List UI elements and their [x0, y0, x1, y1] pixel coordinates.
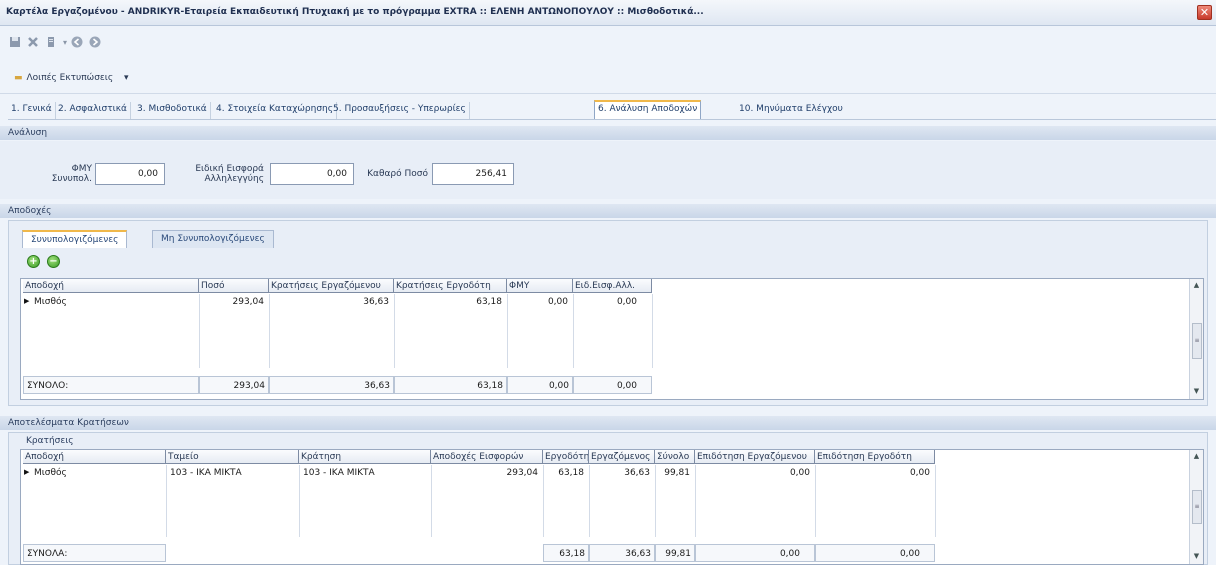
total-employee-deductions: 36,63	[269, 376, 394, 394]
col-fund[interactable]: Ταμείο	[166, 450, 299, 464]
cell-employee-subsidy[interactable]: 0,00	[695, 466, 813, 480]
col-employee-deductions[interactable]: Κρατήσεις Εργαζόμενου	[269, 279, 394, 293]
title-bar: Καρτέλα Εργαζομένου - ANDRIKYR-Εταιρεία …	[0, 0, 1216, 26]
total-solidarity: 0,00	[573, 376, 652, 394]
print-icon[interactable]	[44, 36, 58, 50]
totals-label: ΣΥΝΟΛΟ:	[23, 376, 199, 394]
col-amount[interactable]: Ποσό	[199, 279, 269, 293]
tab-payroll[interactable]: 3. Μισθοδοτικά	[134, 102, 211, 119]
cell-deduction[interactable]: 103 - ΙΚΑ ΜΙΚΤΑ	[300, 466, 428, 480]
total-employer-deductions: 63,18	[394, 376, 507, 394]
cell-total[interactable]: 99,81	[655, 466, 693, 480]
grid-line	[935, 465, 936, 537]
deductions-caption: Κρατήσεις	[26, 436, 74, 446]
forward-icon[interactable]	[88, 36, 102, 50]
cell-solidarity[interactable]: 0,00	[573, 295, 640, 309]
tab-bar: 1. Γενικά 2. Ασφαλιστικά 3. Μισθοδοτικά …	[8, 100, 1216, 120]
earnings-header: Αποδοχές	[0, 204, 1216, 218]
col-earning[interactable]: Αποδοχή	[23, 450, 166, 464]
total-amount: 293,04	[199, 376, 269, 394]
col-fmy[interactable]: ΦΜΥ	[507, 279, 573, 293]
total-fmy: 0,00	[507, 376, 573, 394]
solidarity-field[interactable]: 0,00	[270, 163, 354, 185]
cell-earning[interactable]: Μισθός	[31, 295, 191, 309]
tab-messages[interactable]: 10. Μηνύματα Ελέγχου	[736, 102, 846, 119]
col-employee-subsidy[interactable]: Επιδότηση Εργαζόμενου	[695, 450, 815, 464]
tab-registration[interactable]: 4. Στοιχεία Καταχώρησης	[213, 102, 338, 119]
tab-insurance[interactable]: 2. Ασφαλιστικά	[55, 102, 131, 119]
remove-earning-button[interactable]: −	[47, 255, 60, 268]
analysis-header: Ανάλυση	[0, 126, 1216, 140]
tab-general[interactable]: 1. Γενικά	[8, 102, 56, 119]
delete-icon[interactable]	[26, 36, 40, 50]
window-title: Καρτέλα Εργαζομένου - ANDRIKYR-Εταιρεία …	[6, 7, 704, 17]
close-button[interactable]: ✕	[1197, 5, 1212, 20]
col-solidarity[interactable]: Ειδ.Εισφ.Αλλ.	[573, 279, 652, 293]
col-employer-subsidy[interactable]: Επιδότηση Εργοδότη	[815, 450, 935, 464]
scroll-thumb[interactable]: ≡	[1192, 490, 1202, 524]
scroll-up-icon[interactable]: ▲	[1190, 279, 1203, 291]
total-employee-subsidy: 0,00	[695, 544, 815, 562]
main-toolbar: ▾	[0, 26, 1216, 66]
back-icon[interactable]	[70, 36, 84, 50]
col-contribution-base[interactable]: Αποδοχές Εισφορών	[431, 450, 543, 464]
tab-earnings-analysis[interactable]: 6. Ανάλυση Αποδοχών	[594, 100, 702, 119]
add-earning-button[interactable]: +	[27, 255, 40, 268]
scroll-down-icon[interactable]: ▼	[1190, 385, 1203, 397]
subtab-included[interactable]: Συνυπολογιζόμενες	[22, 230, 128, 248]
deductions-header: Αποτελέσματα Κρατήσεων	[0, 416, 1216, 430]
col-earning[interactable]: Αποδοχή	[23, 279, 199, 293]
cell-employer[interactable]: 63,18	[543, 466, 587, 480]
cell-earning[interactable]: Μισθός	[31, 466, 161, 480]
tab-overtime[interactable]: 5. Προσαυξήσεις - Υπερωρίες	[330, 102, 470, 119]
col-total[interactable]: Σύνολο	[655, 450, 695, 464]
chevron-down-icon: ▾	[124, 73, 129, 83]
total-employer: 63,18	[543, 544, 589, 562]
secondary-toolbar: ▬ Λοιπές Εκτυπώσεις ▾	[0, 66, 1216, 94]
scroll-up-icon[interactable]: ▲	[1190, 450, 1203, 462]
col-deduction[interactable]: Κράτηση	[299, 450, 431, 464]
col-employer-deductions[interactable]: Κρατήσεις Εργοδότη	[394, 279, 507, 293]
fmy-label: ΦΜΥ Συνυπολ.	[51, 164, 92, 184]
cell-employee-deductions[interactable]: 36,63	[269, 295, 392, 309]
row-selector-icon: ▶	[24, 297, 30, 305]
printer-icon: ▬	[14, 73, 23, 83]
cell-fmy[interactable]: 0,00	[507, 295, 571, 309]
row-selector-icon: ▶	[24, 468, 30, 476]
deductions-grid: Αποδοχή Ταμείο Κράτηση Αποδοχές Εισφορών…	[20, 449, 1204, 565]
cell-employer-deductions[interactable]: 63,18	[394, 295, 505, 309]
cell-amount[interactable]: 293,04	[199, 295, 267, 309]
subtab-excluded[interactable]: Μη Συνυπολογιζόμενες	[152, 230, 274, 248]
fmy-field[interactable]: 0,00	[95, 163, 165, 185]
save-icon[interactable]	[8, 36, 22, 50]
total-sum: 99,81	[655, 544, 695, 562]
total-employee: 36,63	[589, 544, 655, 562]
deductions-scrollbar[interactable]: ▲ ≡ ▼	[1189, 450, 1203, 564]
net-amount-label: Καθαρό Ποσό	[367, 169, 428, 179]
analysis-panel: ΦΜΥ Συνυπολ. 0,00 Ειδική Εισφορά Αλληλεγ…	[0, 141, 1216, 199]
employee-card-window: Καρτέλα Εργαζομένου - ANDRIKYR-Εταιρεία …	[0, 0, 1216, 565]
col-employee[interactable]: Εργαζόμενος	[589, 450, 655, 464]
earnings-scrollbar[interactable]: ▲ ≡ ▼	[1189, 279, 1203, 399]
other-prints-menu[interactable]: ▬ Λοιπές Εκτυπώσεις ▾	[14, 73, 129, 83]
total-employer-subsidy: 0,00	[815, 544, 935, 562]
earnings-grid: Αποδοχή Ποσό Κρατήσεις Εργαζόμενου Κρατή…	[20, 278, 1204, 400]
col-employer[interactable]: Εργοδότης	[543, 450, 589, 464]
net-amount-field[interactable]: 256,41	[432, 163, 514, 185]
other-prints-label: Λοιπές Εκτυπώσεις	[26, 73, 114, 83]
cell-contribution-base[interactable]: 293,04	[431, 466, 541, 480]
cell-employee[interactable]: 36,63	[589, 466, 653, 480]
scroll-down-icon[interactable]: ▼	[1190, 550, 1203, 562]
cell-fund[interactable]: 103 - ΙΚΑ ΜΙΚΤΑ	[167, 466, 297, 480]
cell-employer-subsidy[interactable]: 0,00	[815, 466, 933, 480]
scroll-thumb[interactable]: ≡	[1192, 323, 1202, 359]
solidarity-label: Ειδική Εισφορά Αλληλεγγύης	[195, 164, 264, 184]
grid-line	[652, 294, 653, 368]
totals-label: ΣΥΝΟΛΑ:	[23, 544, 166, 562]
